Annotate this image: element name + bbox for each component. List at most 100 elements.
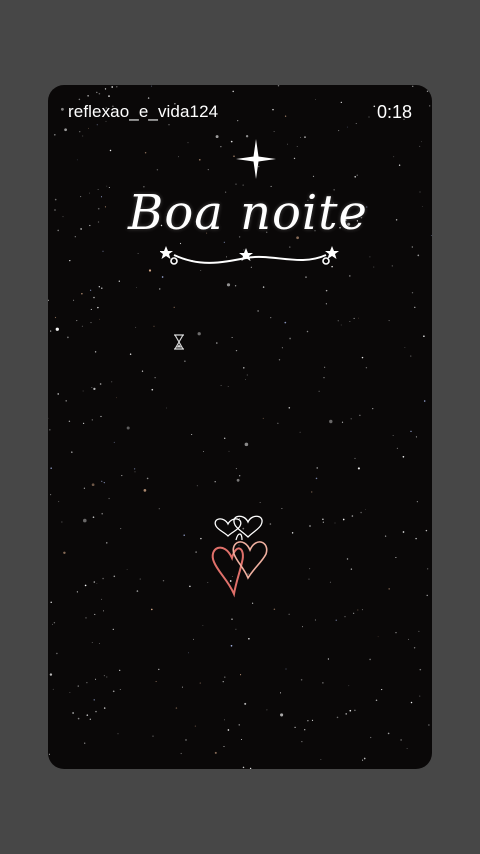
star — [185, 739, 187, 741]
star — [155, 680, 157, 682]
star — [419, 668, 422, 671]
star — [92, 516, 95, 519]
star — [262, 286, 265, 288]
star — [320, 759, 322, 761]
star — [348, 685, 350, 687]
star — [421, 141, 422, 143]
star — [266, 709, 268, 711]
star — [341, 421, 344, 423]
star — [76, 159, 78, 161]
star — [52, 623, 53, 625]
star — [329, 581, 331, 583]
star — [277, 422, 279, 424]
star — [353, 612, 355, 614]
username[interactable]: reflexao_e_vida124 — [68, 102, 218, 122]
star — [112, 628, 114, 631]
star — [69, 259, 71, 262]
star — [415, 436, 417, 438]
star — [76, 591, 79, 593]
story-card[interactable]: reflexao_e_vida124 0:18 Boa noite — [48, 85, 432, 769]
star — [342, 518, 345, 521]
video-timer: 0:18 — [376, 102, 412, 122]
star — [141, 370, 144, 372]
star — [83, 487, 86, 489]
star — [227, 729, 230, 731]
star — [203, 450, 205, 452]
stars-flourish-icon — [160, 246, 339, 265]
star — [54, 316, 57, 319]
star — [305, 276, 307, 278]
star — [90, 308, 92, 310]
star — [101, 598, 103, 600]
star — [109, 149, 112, 152]
star — [104, 707, 106, 709]
star — [166, 407, 168, 409]
star — [98, 286, 100, 288]
star — [97, 306, 99, 309]
star — [273, 608, 276, 610]
star — [377, 636, 379, 638]
star — [143, 489, 147, 492]
star — [375, 699, 378, 702]
star — [238, 724, 240, 726]
star — [89, 718, 91, 720]
star — [84, 584, 87, 587]
star — [235, 349, 238, 352]
star — [241, 739, 242, 740]
star — [301, 741, 303, 743]
star — [126, 569, 128, 570]
star — [353, 317, 355, 319]
star — [415, 537, 417, 540]
star — [242, 766, 245, 769]
star — [198, 158, 201, 161]
star — [136, 590, 139, 592]
star — [196, 485, 198, 487]
star — [50, 330, 52, 332]
star — [384, 535, 387, 537]
star — [309, 525, 311, 527]
star — [195, 551, 197, 553]
star — [417, 254, 420, 257]
star — [311, 719, 314, 722]
star — [65, 400, 67, 402]
star — [257, 310, 259, 312]
star — [337, 320, 339, 322]
star — [314, 619, 316, 621]
star — [312, 175, 315, 177]
star — [220, 146, 222, 148]
star — [300, 679, 303, 681]
star — [398, 164, 401, 166]
star — [224, 676, 226, 678]
star — [224, 437, 226, 439]
star — [270, 316, 272, 319]
star — [112, 690, 115, 693]
star — [402, 455, 405, 458]
star — [413, 647, 416, 649]
star — [91, 387, 93, 388]
star — [91, 642, 93, 643]
star — [49, 673, 53, 676]
star — [134, 471, 136, 473]
star — [325, 289, 328, 292]
star — [85, 617, 87, 619]
star — [175, 707, 178, 709]
star — [329, 419, 333, 424]
star — [423, 335, 425, 337]
star — [354, 176, 356, 178]
star — [117, 733, 119, 735]
star — [411, 292, 414, 294]
star — [162, 579, 165, 582]
star — [108, 497, 110, 500]
star — [144, 152, 147, 154]
star — [404, 347, 406, 349]
star — [243, 367, 245, 369]
star — [139, 578, 141, 580]
star — [72, 712, 74, 714]
star — [224, 719, 225, 721]
star — [158, 668, 160, 671]
star — [309, 568, 311, 570]
page-title: Boa noite — [128, 185, 368, 241]
star — [334, 522, 336, 524]
star — [306, 330, 309, 333]
star — [148, 269, 152, 272]
